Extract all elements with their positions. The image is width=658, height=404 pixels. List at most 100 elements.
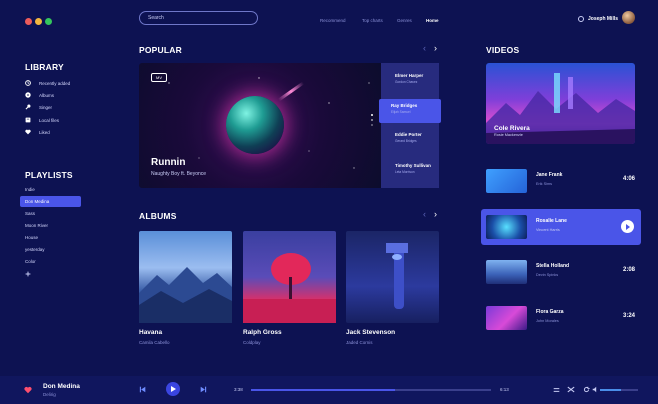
pager-dot[interactable] xyxy=(371,119,373,121)
videos-title: VIDEOS xyxy=(486,45,520,55)
playlist-item[interactable]: Color xyxy=(20,256,81,267)
sidebar-item-label: Recently added xyxy=(39,80,71,86)
previous-icon[interactable] xyxy=(139,386,146,393)
video-item[interactable]: Stella Holland Devin Spinks 2:08 xyxy=(486,254,635,290)
video-featured-artist: Rosie Mackenzie xyxy=(494,133,523,137)
pager-dot[interactable] xyxy=(371,114,373,116)
playlist-item[interactable]: Moon River xyxy=(20,220,81,231)
video-artist: Devin Spinks xyxy=(536,273,559,277)
library-title: LIBRARY xyxy=(25,62,64,72)
like-heart-icon[interactable] xyxy=(24,386,32,394)
albums-next-icon[interactable]: › xyxy=(434,209,437,219)
nav-home[interactable]: Home xyxy=(426,18,439,23)
album-name: Havana xyxy=(139,329,163,336)
album-artist: Jaded Cornis xyxy=(346,340,373,345)
playlist-item[interactable]: Don Medina xyxy=(20,196,81,207)
elapsed-time: 3:38 xyxy=(234,387,243,392)
video-artist: Erik Sims xyxy=(536,182,553,186)
sidebar-item-singer[interactable]: Singer xyxy=(25,104,52,110)
track-artist: Gerard Bridges xyxy=(395,139,417,143)
search-input[interactable]: Search xyxy=(139,11,258,25)
gear-icon[interactable] xyxy=(578,16,584,22)
window-close-dot[interactable] xyxy=(25,18,32,25)
avatar[interactable] xyxy=(622,11,635,24)
volume-fill xyxy=(600,389,621,391)
sidebar-item-label: Liked xyxy=(39,129,50,135)
volume-icon[interactable] xyxy=(592,386,599,393)
album-cover[interactable] xyxy=(139,231,232,323)
albums-prev-icon[interactable]: ‹ xyxy=(423,209,426,219)
playlists-title: PLAYLISTS xyxy=(25,170,73,180)
video-artist: John Morales xyxy=(536,319,559,323)
sidebar-item-liked[interactable]: Liked xyxy=(25,129,50,135)
nav-top-charts[interactable]: Top charts xyxy=(362,18,383,23)
planet-artwork xyxy=(226,96,284,154)
add-playlist-icon[interactable] xyxy=(25,271,31,277)
sidebar-item-label: Local files xyxy=(39,117,60,123)
video-item[interactable]: Jane Frank Erik Sims 4:06 xyxy=(486,163,635,199)
track-artist: Gordon Chavez xyxy=(395,80,418,84)
playlist-item[interactable]: yesterday xyxy=(20,244,81,255)
track-name: Timothy Sullivan xyxy=(395,163,431,168)
mv-badge: MV xyxy=(151,73,167,82)
playlist-item[interactable]: Sass xyxy=(20,208,81,219)
popular-next-icon[interactable]: › xyxy=(434,43,437,53)
progress-fill xyxy=(251,389,395,391)
now-playing-title: Don Medina xyxy=(43,383,80,390)
album-artist: Camila Cabello xyxy=(139,340,170,345)
video-thumbnail xyxy=(486,169,527,193)
play-icon[interactable] xyxy=(621,220,634,233)
track-item[interactable]: Eddie Porter Gerard Bridges xyxy=(383,128,441,152)
popular-title: POPULAR xyxy=(139,45,182,55)
video-name: Stella Holland xyxy=(536,263,570,269)
video-duration: 3:24 xyxy=(622,313,635,319)
mic-icon xyxy=(25,104,31,110)
window-zoom-dot[interactable] xyxy=(45,18,52,25)
popular-prev-icon[interactable]: ‹ xyxy=(423,43,426,53)
play-button[interactable] xyxy=(166,382,180,396)
pager-dot[interactable] xyxy=(371,124,373,126)
track-artist: Elijah Samuel xyxy=(391,110,411,114)
track-item[interactable]: Timothy Sullivan Leta Morrison xyxy=(383,159,441,183)
video-name: Jane Frank xyxy=(536,172,563,178)
track-name: Eddie Porter xyxy=(395,132,422,137)
next-icon[interactable] xyxy=(200,386,207,393)
video-thumbnail xyxy=(486,215,527,239)
playlist-item[interactable]: House xyxy=(20,232,81,243)
sidebar-item-label: Albums xyxy=(39,92,55,98)
video-name: Rosalie Lane xyxy=(536,218,567,224)
track-name: Elmer Harper xyxy=(395,73,424,78)
playlist-item[interactable]: Indie xyxy=(20,184,81,195)
track-name: Ray Bridges xyxy=(391,103,418,108)
track-item[interactable]: Ray Bridges Elijah Samuel xyxy=(379,99,441,123)
track-artist: Leta Morrison xyxy=(395,170,415,174)
track-item[interactable]: Elmer Harper Gordon Chavez xyxy=(383,69,441,93)
video-thumbnail xyxy=(486,260,527,284)
video-featured-name: Cole Rivera xyxy=(494,125,530,132)
shuffle-icon[interactable] xyxy=(567,386,575,393)
clock-icon xyxy=(25,80,31,86)
sidebar-item-local-files[interactable]: Local files xyxy=(25,117,59,123)
video-item[interactable]: Flora Garza John Morales 3:24 xyxy=(486,300,635,336)
album-name: Ralph Gross xyxy=(243,329,282,336)
queue-icon[interactable] xyxy=(553,387,560,393)
nav-genres[interactable]: Genres xyxy=(397,18,412,23)
sidebar-item-recently-added[interactable]: Recently added xyxy=(25,80,70,86)
video-item[interactable]: Rosalie Lane Vincent Harris xyxy=(481,209,641,245)
video-artist: Vincent Harris xyxy=(536,228,560,232)
window-minimize-dot[interactable] xyxy=(35,18,42,25)
user-name[interactable]: Joseph Mills xyxy=(588,16,618,22)
repeat-icon[interactable] xyxy=(583,386,590,393)
album-name: Jack Stevenson xyxy=(346,329,396,336)
featured-title: Runnin xyxy=(151,157,186,168)
total-time: 6:13 xyxy=(500,387,509,392)
video-duration: 4:06 xyxy=(622,176,635,182)
nav-recommend[interactable]: Recommend xyxy=(320,18,346,23)
sidebar-item-albums[interactable]: Albums xyxy=(25,92,54,98)
sidebar-item-label: Singer xyxy=(39,104,53,110)
video-name: Flora Garza xyxy=(536,309,564,315)
album-cover[interactable] xyxy=(243,231,336,323)
albums-title: ALBUMS xyxy=(139,211,177,221)
featured-artist: Naughty Boy ft. Beyonce xyxy=(151,171,207,177)
album-cover[interactable] xyxy=(346,231,439,323)
